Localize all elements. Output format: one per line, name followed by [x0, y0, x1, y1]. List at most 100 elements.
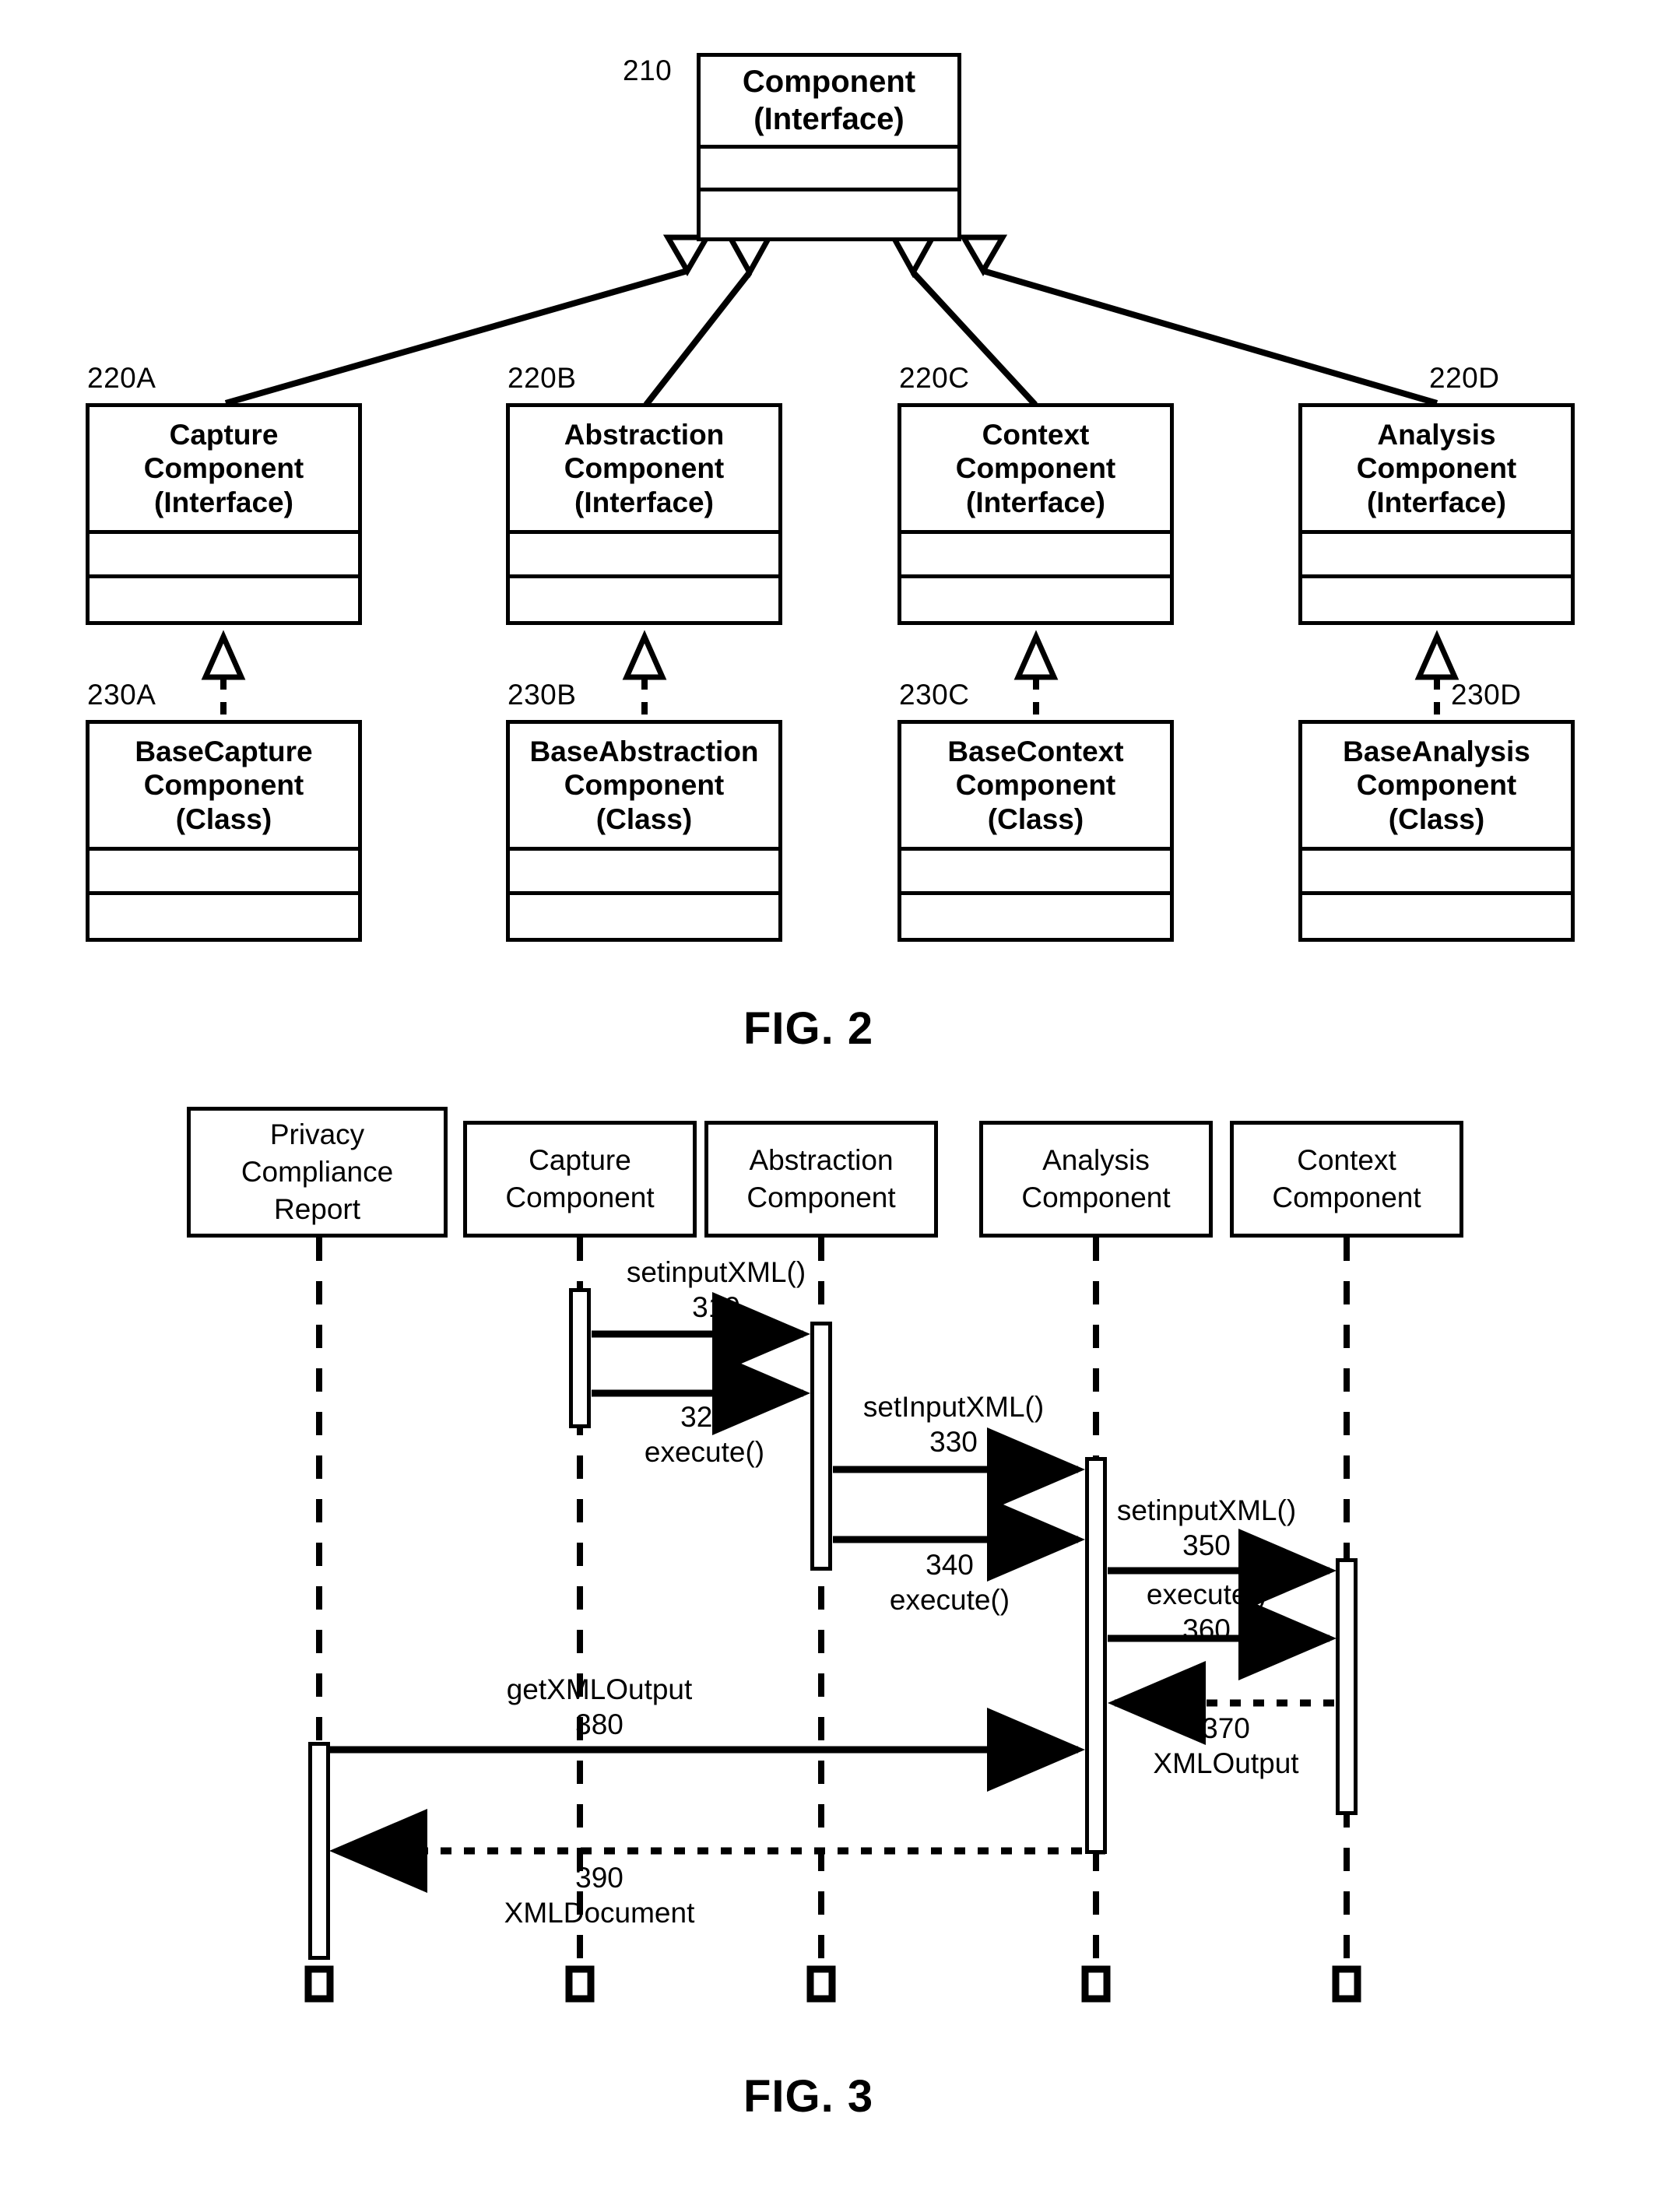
activation-bar-abstraction-component [810, 1322, 832, 1571]
uml-title-line: BaseContext [947, 735, 1124, 767]
uml-class-box-230C: BaseContext Component (Class) [897, 720, 1174, 942]
message-ref: 380 [575, 1708, 623, 1741]
uml-title-line: Capture [169, 418, 279, 451]
activation-bar-capture-component [569, 1288, 591, 1428]
uml-title-line: Analysis [1377, 418, 1496, 451]
message-name: execute() [889, 1584, 1010, 1617]
uml-title-line: (Interface) [753, 101, 905, 136]
message-label-350: setinputXML() 350 [1090, 1493, 1323, 1563]
participant-title-line: Report [273, 1193, 361, 1226]
uml-operations-compartment-230C [901, 895, 1170, 938]
message-label-360: execute() 360 [1098, 1577, 1315, 1647]
message-ref: 390 [575, 1862, 623, 1894]
reference-numeral-230C: 230C [899, 679, 969, 711]
message-ref: 330 [929, 1426, 978, 1459]
participant-title-line: Context [1297, 1143, 1396, 1176]
uml-title-line: BaseAbstraction [529, 735, 759, 767]
participant-title-line: Compliance [241, 1155, 394, 1188]
realization-230C [1013, 630, 1059, 720]
uml-attributes-compartment-210 [701, 149, 957, 191]
message-ref: 320 [680, 1401, 729, 1433]
uml-title-line: BaseAnalysis [1343, 735, 1530, 767]
uml-title-line: Component [143, 452, 304, 485]
uml-operations-compartment-230B [510, 895, 778, 938]
refnum-text: 230B [508, 679, 577, 711]
uml-operations-compartment-230D [1302, 895, 1571, 938]
uml-class-title-230D: BaseAnalysis Component (Class) [1302, 724, 1571, 851]
message-name: setInputXML() [862, 1391, 1045, 1423]
uml-title-line: Component [1356, 769, 1517, 802]
generalization-220D [958, 234, 1438, 406]
generalization-220A [224, 234, 712, 406]
message-name: execute() [644, 1436, 765, 1469]
uml-class-title-230C: BaseContext Component (Class) [901, 724, 1170, 851]
connector-overlay [201, 234, 1460, 2003]
refnum-text: 230C [899, 679, 970, 711]
uml-attributes-compartment-230D [1302, 851, 1571, 895]
uml-class-box-220B: Abstraction Component (Interface) [506, 403, 782, 625]
message-name: XMLOutput [1153, 1747, 1299, 1780]
participant-title-line: Abstraction [749, 1143, 894, 1176]
generalization-220B [643, 234, 774, 407]
uml-title-line: (Interface) [574, 486, 714, 518]
uml-class-box-230D: BaseAnalysis Component (Class) [1298, 720, 1575, 942]
uml-operations-compartment-210 [701, 191, 957, 237]
uml-title-line: Abstraction [564, 418, 725, 451]
message-ref: 350 [1182, 1529, 1231, 1562]
uml-title-line: (Class) [595, 802, 693, 835]
uml-attributes-compartment-220A [90, 534, 358, 578]
uml-class-box-210: Component (Interface) [697, 53, 961, 241]
participant-title-line: Component [746, 1181, 896, 1213]
participant-title-line: Component [1272, 1181, 1421, 1213]
uml-title-line: Component [564, 452, 725, 485]
reference-numeral-220C: 220C [899, 362, 969, 395]
participant-title-line: Privacy [269, 1118, 365, 1150]
uml-class-title-220C: Context Component (Interface) [901, 407, 1170, 534]
uml-operations-compartment-230A [90, 895, 358, 938]
reference-numeral-230D: 230D [1451, 679, 1521, 711]
message-label-380: getXMLOutput 380 [483, 1672, 716, 1742]
sequence-participant-capture-component: Capture Component [463, 1121, 697, 1238]
refnum-text: 230A [87, 679, 156, 711]
uml-title-line: Component [742, 65, 916, 100]
reference-numeral-230A: 230A [87, 679, 156, 711]
uml-operations-compartment-220B [510, 578, 778, 621]
reference-numeral-220D: 220D [1429, 362, 1499, 395]
uml-class-title-230B: BaseAbstraction Component (Class) [510, 724, 778, 851]
refnum-text: 220C [899, 362, 970, 394]
uml-title-line: Component [955, 452, 1116, 485]
reference-numeral-230B: 230B [508, 679, 576, 711]
uml-attributes-compartment-230C [901, 851, 1170, 895]
uml-operations-compartment-220A [90, 578, 358, 621]
message-ref: 340 [926, 1549, 974, 1581]
refnum-text: 230D [1451, 679, 1522, 711]
uml-title-line: Component [564, 769, 725, 802]
message-label-340: 340 execute() [848, 1547, 1051, 1617]
uml-attributes-compartment-220D [1302, 534, 1571, 578]
realization-230A [201, 630, 246, 720]
reference-numeral-210: 210 [623, 54, 672, 87]
figure-caption-fig2: FIG. 2 [743, 1002, 873, 1055]
uml-attributes-compartment-230B [510, 851, 778, 895]
message-label-330: setInputXML() 330 [837, 1389, 1070, 1459]
uml-title-line: (Interface) [154, 486, 293, 518]
figure-caption-text: FIG. 2 [743, 1003, 874, 1054]
message-name: setinputXML() [1116, 1494, 1297, 1526]
message-label-390: 390 XMLDocument [483, 1860, 716, 1930]
refnum-text: 220B [508, 362, 577, 394]
message-name: getXMLOutput [506, 1673, 693, 1705]
reference-numeral-220A: 220A [87, 362, 156, 395]
message-name: execute() [1146, 1578, 1267, 1610]
uml-attributes-compartment-230A [90, 851, 358, 895]
uml-class-box-220C: Context Component (Interface) [897, 403, 1174, 625]
participant-title-line: Capture [529, 1143, 631, 1176]
uml-class-title-220D: Analysis Component (Interface) [1302, 407, 1571, 534]
patent-figure-sheet: Component (Interface) 210 Capture Compon… [0, 0, 1665, 2212]
message-label-320: 320 execute() [615, 1399, 794, 1469]
message-name: setinputXML() [626, 1256, 806, 1288]
sequence-participant-abstraction-component: Abstraction Component [704, 1121, 938, 1238]
figure-caption-text: FIG. 3 [743, 2071, 874, 2122]
realization-230B [622, 630, 667, 720]
message-name: XMLDocument [504, 1897, 695, 1929]
uml-class-box-220A: Capture Component (Interface) [86, 403, 362, 625]
